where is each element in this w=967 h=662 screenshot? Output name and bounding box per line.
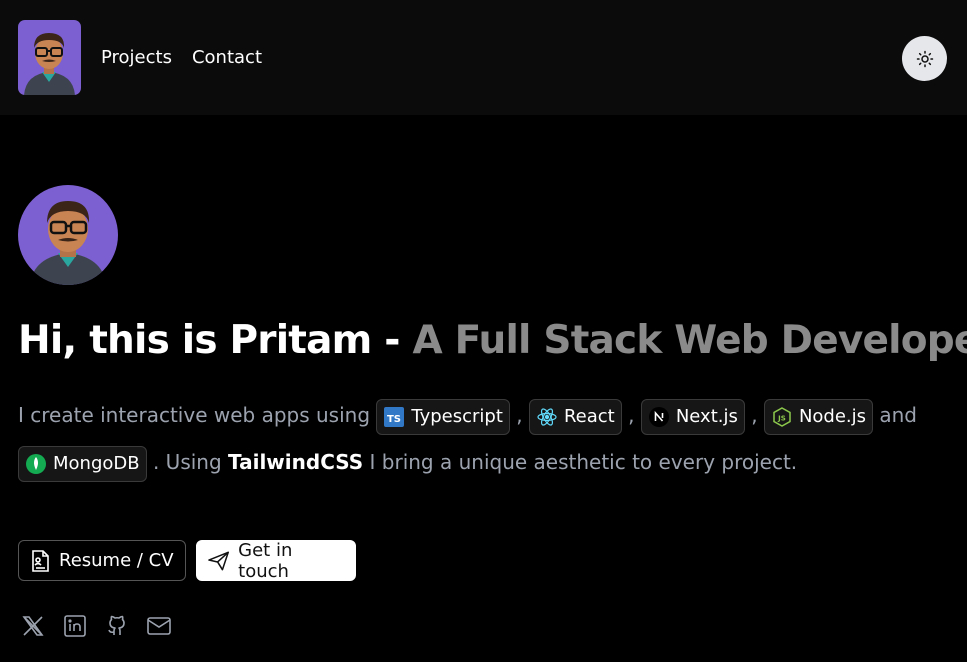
chip-typescript: TS Typescript bbox=[376, 398, 510, 435]
chip-react: React bbox=[528, 398, 622, 435]
separator: , bbox=[751, 403, 758, 427]
nav-link-contact[interactable]: Contact bbox=[192, 45, 262, 71]
chip-nextjs: Next.js bbox=[640, 398, 745, 435]
hero-avatar bbox=[18, 185, 118, 285]
mongodb-icon bbox=[25, 453, 47, 475]
svg-text:TS: TS bbox=[387, 414, 401, 425]
nav-links: Projects Contact bbox=[101, 45, 262, 71]
document-icon bbox=[32, 549, 49, 572]
react-icon bbox=[536, 406, 558, 428]
resume-label: Resume / CV bbox=[59, 550, 174, 571]
chip-label: React bbox=[563, 405, 615, 427]
intro-paragraph: I create interactive web apps using TS T… bbox=[18, 392, 948, 486]
navbar: Projects Contact bbox=[0, 0, 967, 115]
headline-main: Hi, this is Pritam - bbox=[18, 318, 400, 363]
separator: , bbox=[628, 403, 635, 427]
svg-text:JS: JS bbox=[777, 414, 786, 422]
social-links bbox=[20, 613, 172, 639]
send-icon bbox=[208, 551, 229, 570]
chip-label: Node.js bbox=[798, 405, 867, 427]
intro-start: I create interactive web apps using bbox=[18, 403, 371, 427]
avatar-illustration bbox=[30, 201, 106, 285]
mail-icon[interactable] bbox=[146, 613, 172, 639]
and-text: and bbox=[879, 403, 918, 427]
linkedin-icon[interactable] bbox=[62, 613, 88, 639]
tailwind-text: TailwindCSS bbox=[228, 450, 364, 474]
get-in-touch-label: Get in touch bbox=[238, 539, 293, 582]
using-text: . Using bbox=[152, 450, 222, 474]
get-in-touch-button[interactable]: Get in touch bbox=[196, 539, 356, 582]
separator: , bbox=[516, 403, 523, 427]
nav-avatar[interactable] bbox=[18, 20, 81, 95]
nodejs-icon: JS bbox=[771, 406, 793, 428]
chip-label: Typescript bbox=[411, 405, 503, 427]
page-title: Hi, this is Pritam - A Full Stack Web De… bbox=[18, 315, 967, 367]
chip-label: MongoDB bbox=[53, 452, 140, 474]
chip-label: Next.js bbox=[675, 405, 738, 427]
x-icon[interactable] bbox=[20, 613, 46, 639]
typescript-icon: TS bbox=[383, 406, 405, 428]
sun-icon bbox=[916, 50, 933, 67]
intro-end: I bring a unique aesthetic to every proj… bbox=[369, 450, 798, 474]
chip-mongodb: MongoDB bbox=[18, 445, 147, 482]
nextjs-icon bbox=[648, 406, 670, 428]
nav-link-projects[interactable]: Projects bbox=[101, 45, 172, 71]
resume-button[interactable]: Resume / CV bbox=[18, 540, 186, 581]
theme-toggle-button[interactable] bbox=[902, 36, 947, 81]
headline-role: A Full Stack Web Developer. bbox=[412, 318, 967, 363]
github-icon[interactable] bbox=[104, 613, 130, 639]
chip-nodejs: JS Node.js bbox=[763, 398, 874, 435]
avatar-illustration bbox=[24, 33, 75, 95]
